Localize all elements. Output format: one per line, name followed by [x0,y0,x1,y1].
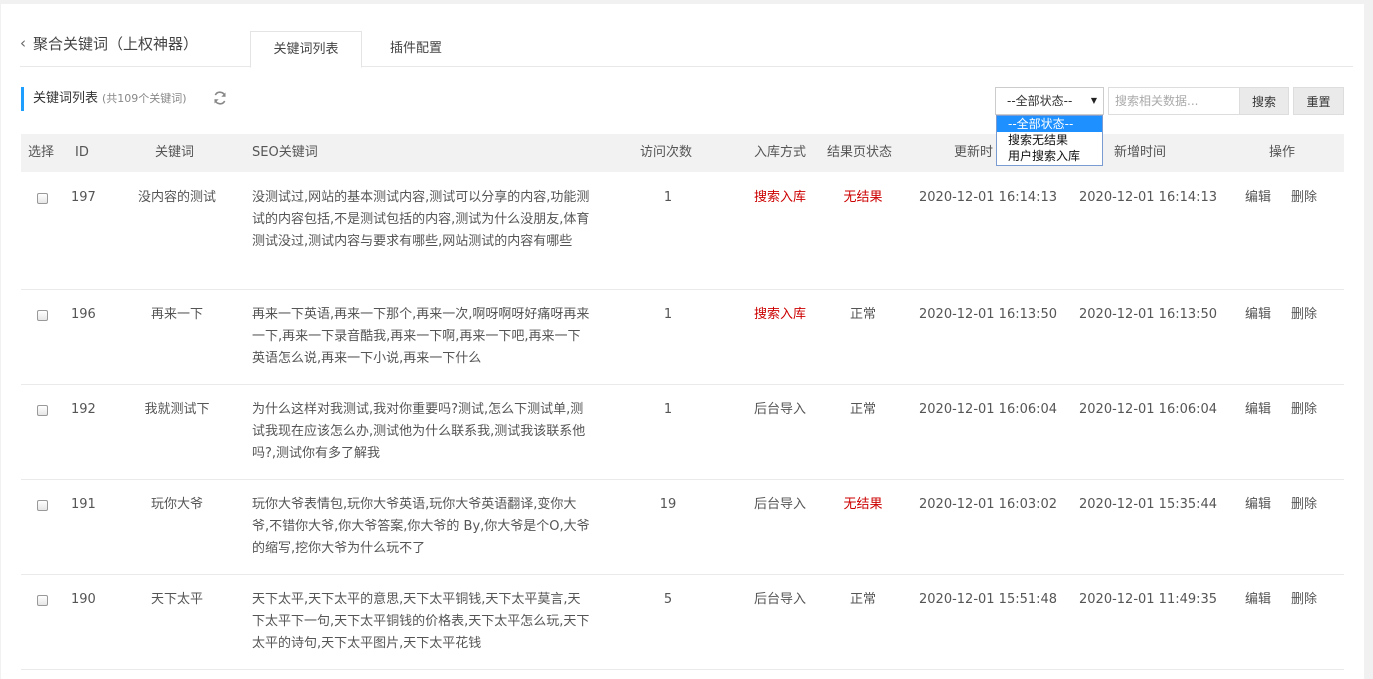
row-seo-keywords: 再来一下英语,再来一下那个,再来一次,啊呀啊呀好痛呀再来一下,再来一下录音酷我,… [252,307,590,366]
row-result-status: 无结果 [843,497,883,512]
col-id: ID [75,145,89,160]
row-source: 搜索入库 [754,307,807,322]
row-created: 2020-12-01 15:35:44 [1079,497,1218,512]
page-header: ‹ 聚合关键词（上权神器） 关键词列表 插件配置 [20,26,1353,68]
row-keyword-link[interactable]: 再来一下 [112,304,242,326]
row-id: 196 [71,307,96,322]
chevron-left-icon: ‹ [20,34,26,52]
row-result-status: 无结果 [843,190,883,205]
col-updated: 更新时 [954,145,994,160]
row-created: 2020-12-01 11:49:35 [1079,592,1218,607]
col-visits: 访问次数 [640,145,693,160]
row-created: 2020-12-01 16:14:13 [1079,190,1218,205]
col-actions: 操作 [1269,145,1296,160]
keyword-count: (共109个关键词) [102,92,187,105]
col-result-status: 结果页状态 [827,145,893,160]
row-result-status: 正常 [849,402,876,417]
row-updated: 2020-12-01 16:13:50 [919,307,1058,322]
dropdown-arrow-icon: ▼ [1090,96,1097,105]
row-updated: 2020-12-01 16:14:13 [919,190,1058,205]
col-select: 选择 [28,145,55,160]
row-source: 后台导入 [754,497,807,512]
row-updated: 2020-12-01 16:06:04 [919,402,1058,417]
row-id: 191 [71,497,96,512]
row-keyword-link[interactable]: 我就测试下 [112,399,242,421]
delete-button[interactable]: 删除 [1291,589,1317,611]
table-row: 197 没内容的测试 没测试过,网站的基本测试内容,测试可以分享的内容,功能测试… [21,172,1344,290]
col-seo-keyword: SEO关键词 [252,145,318,160]
row-source: 搜索入库 [754,190,807,205]
row-visits: 5 [663,592,673,607]
row-updated: 2020-12-01 15:51:48 [919,592,1058,607]
col-keyword: 关键词 [155,145,195,160]
table-header: 选择 ID 关键词 SEO关键词 访问次数 入库方式 结果页状态 更新时 新增时… [21,134,1344,172]
row-updated: 2020-12-01 16:03:02 [919,497,1058,512]
edit-button[interactable]: 编辑 [1245,187,1271,209]
edit-button[interactable]: 编辑 [1245,589,1271,611]
row-result-status: 正常 [849,592,876,607]
row-id: 197 [71,190,96,205]
delete-button[interactable]: 删除 [1291,304,1317,326]
status-option-all[interactable]: --全部状态-- [997,116,1102,132]
search-button[interactable]: 搜索 [1239,87,1289,115]
status-option-user-search[interactable]: 用户搜索入库 [997,148,1102,164]
section-title-text: 关键词列表 [33,91,99,106]
row-checkbox[interactable] [37,193,48,204]
section-title: 关键词列表 (共109个关键词) [21,87,187,111]
refresh-icon[interactable] [212,90,228,106]
row-source: 后台导入 [754,592,807,607]
row-seo-keywords: 玩你大爷表情包,玩你大爷英语,玩你大爷英语翻译,变你大爷,不错你大爷,你大爷答案… [252,497,590,556]
row-visits: 19 [659,497,677,512]
row-keyword-link[interactable]: 没内容的测试 [112,187,242,209]
row-source: 后台导入 [754,402,807,417]
row-visits: 1 [663,402,673,417]
row-created: 2020-12-01 16:06:04 [1079,402,1218,417]
row-visits: 1 [663,307,673,322]
delete-button[interactable]: 删除 [1291,494,1317,516]
delete-button[interactable]: 删除 [1291,187,1317,209]
table-row: 191 玩你大爷 玩你大爷表情包,玩你大爷英语,玩你大爷英语翻译,变你大爷,不错… [21,480,1344,575]
row-visits: 1 [663,190,673,205]
status-select-value: --全部状态-- [1007,94,1073,108]
col-source: 入库方式 [754,145,807,160]
status-dropdown: --全部状态-- 搜索无结果 用户搜索入库 [996,115,1103,166]
row-keyword-link[interactable]: 天下太平 [112,589,242,611]
edit-button[interactable]: 编辑 [1245,304,1271,326]
row-checkbox[interactable] [37,595,48,606]
status-select[interactable]: --全部状态-- ▼ [995,87,1104,115]
edit-button[interactable]: 编辑 [1245,494,1271,516]
reset-button[interactable]: 重置 [1293,87,1344,115]
table-row: 192 我就测试下 为什么这样对我测试,我对你重要吗?测试,怎么下测试单,测试我… [21,385,1344,480]
table-row: 196 再来一下 再来一下英语,再来一下那个,再来一次,啊呀啊呀好痛呀再来一下,… [21,290,1344,385]
delete-button[interactable]: 删除 [1291,399,1317,421]
row-checkbox[interactable] [37,500,48,511]
back-button[interactable]: ‹ 聚合关键词（上权神器） [20,33,198,54]
row-id: 192 [71,402,96,417]
row-checkbox[interactable] [37,405,48,416]
edit-button[interactable]: 编辑 [1245,399,1271,421]
table-row: 190 天下太平 天下太平,天下太平的意思,天下太平铜钱,天下太平莫言,天下太平… [21,575,1344,670]
row-result-status: 正常 [849,307,876,322]
row-created: 2020-12-01 16:13:50 [1079,307,1218,322]
tab-plugin-config[interactable]: 插件配置 [375,31,457,68]
row-keyword-link[interactable]: 玩你大爷 [112,494,242,516]
row-seo-keywords: 没测试过,网站的基本测试内容,测试可以分享的内容,功能测试的内容包括,不是测试包… [252,190,590,249]
row-seo-keywords: 为什么这样对我测试,我对你重要吗?测试,怎么下测试单,测试我现在应该怎么办,测试… [252,402,586,461]
row-checkbox[interactable] [37,310,48,321]
row-id: 190 [71,592,96,607]
tab-keyword-list[interactable]: 关键词列表 [250,31,362,68]
row-seo-keywords: 天下太平,天下太平的意思,天下太平铜钱,天下太平莫言,天下太平下一句,天下太平铜… [252,592,590,651]
status-option-no-result[interactable]: 搜索无结果 [997,132,1102,148]
col-created: 新增时间 [1114,145,1167,160]
page-title: 聚合关键词（上权神器） [33,35,199,53]
search-input[interactable] [1108,87,1240,115]
